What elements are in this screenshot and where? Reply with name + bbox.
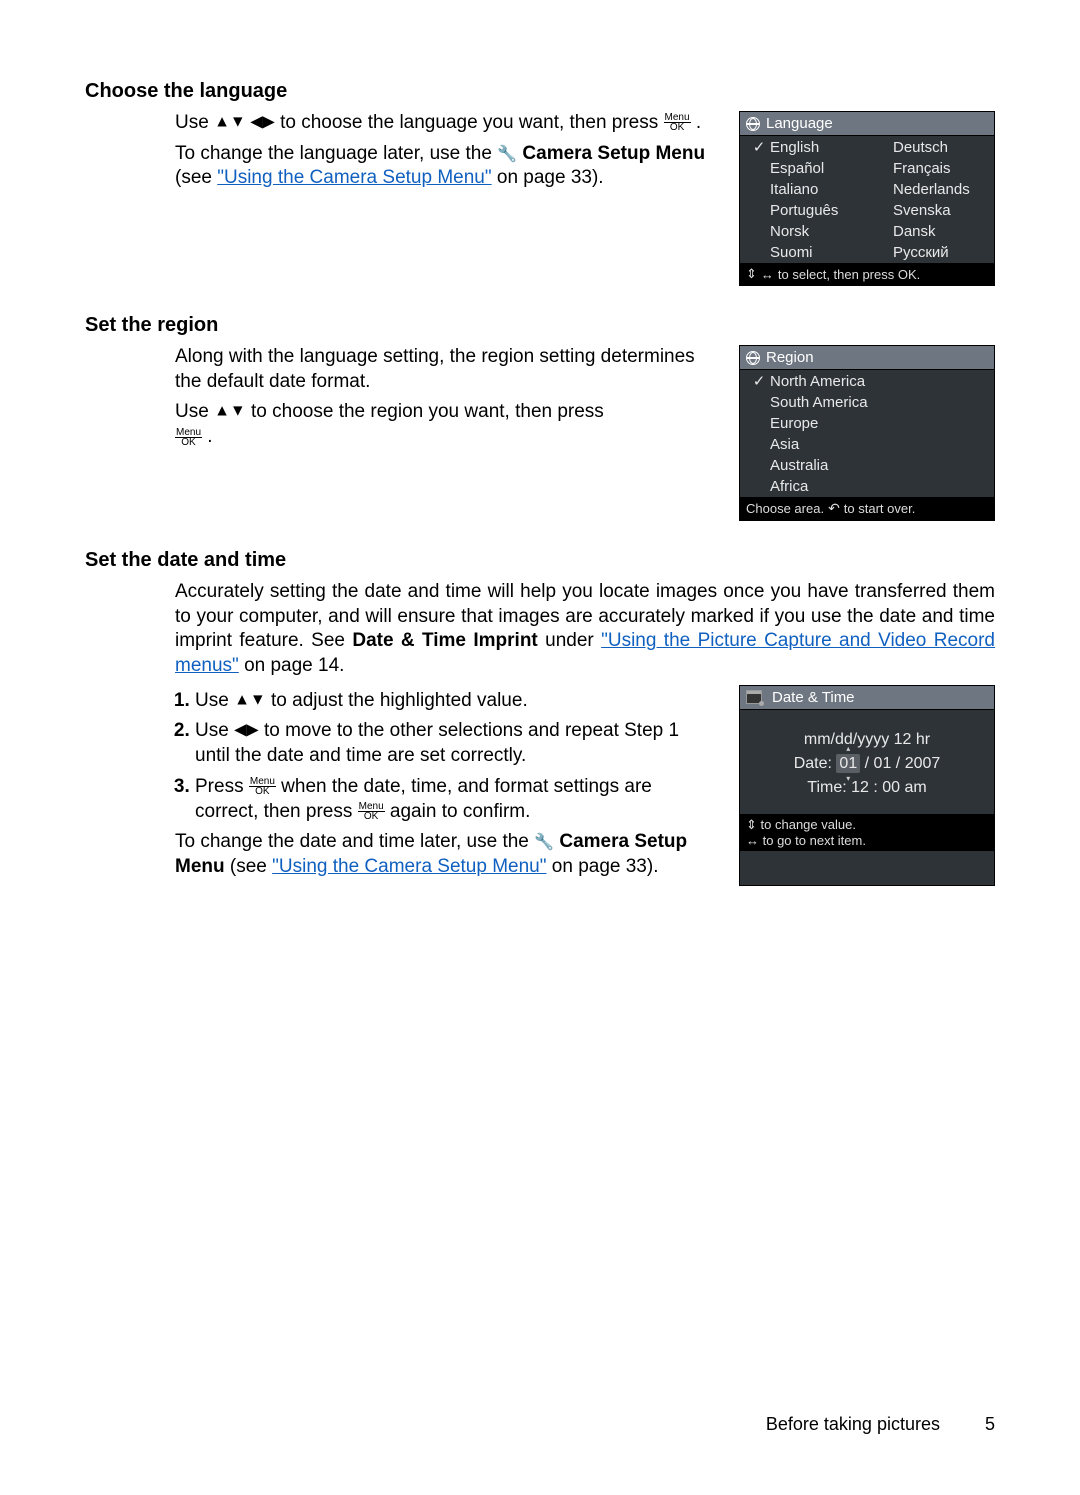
language-item[interactable]: Italiano: [744, 179, 867, 200]
footer-text: Before taking pictures: [766, 1414, 940, 1434]
leftright-icon: ↔: [746, 833, 759, 848]
menu-ok-icon: MenuOK: [664, 113, 691, 132]
updown-leftright-arrows-icon: ▲▼ ◀▶: [214, 114, 275, 131]
wrench-icon: 🔧: [534, 834, 554, 851]
screenshot-datetime-header: Date & Time: [740, 686, 994, 710]
datetime-body: mm/dd/yyyy 12 hr Date: 01 / 01 / 2007 Ti…: [740, 710, 994, 814]
datetime-highlight[interactable]: 01: [836, 754, 860, 773]
section-set-region: Set the region Along with the language s…: [85, 314, 995, 521]
screenshot-language-header: Language: [740, 112, 994, 136]
language-item[interactable]: Français: [867, 158, 990, 179]
screenshot-region: Region ✓North America South America Euro…: [739, 345, 995, 521]
heading-set-datetime: Set the date and time: [85, 549, 995, 572]
page-footer: Before taking pictures 5: [766, 1414, 995, 1435]
link-camera-setup-menu[interactable]: "Using the Camera Setup Menu": [217, 167, 491, 188]
updown-icon: ⇕: [746, 266, 757, 282]
region-list: ✓North America South America Europe Asia…: [740, 370, 994, 497]
region-item[interactable]: Asia: [744, 434, 990, 455]
para-region-2: Use ▲▼ to choose the region you want, th…: [175, 400, 714, 449]
language-item[interactable]: Português: [744, 200, 867, 221]
screenshot-language: Language ✓English Deutsch Español França…: [739, 111, 995, 286]
list-item: Use ◀▶ to move to the other selections a…: [195, 719, 714, 768]
para-datetime-1: Accurately setting the date and time wil…: [175, 580, 995, 679]
region-item[interactable]: Africa: [744, 476, 990, 497]
para-datetime-2: To change the date and time later, use t…: [175, 830, 714, 879]
list-item: Press MenuOK when the date, time, and fo…: [195, 775, 714, 824]
leftright-arrows-icon: ◀▶: [234, 722, 259, 739]
region-item[interactable]: ✓North America: [744, 370, 990, 392]
heading-set-region: Set the region: [85, 314, 995, 337]
language-grid: ✓English Deutsch Español Français Italia…: [740, 136, 994, 263]
link-camera-setup-menu-2[interactable]: "Using the Camera Setup Menu": [272, 856, 546, 877]
check-icon: ✓: [752, 138, 766, 156]
screenshot-region-header: Region: [740, 346, 994, 370]
para-language-1: Use ▲▼ ◀▶ to choose the language you wan…: [175, 111, 714, 136]
language-item[interactable]: Dansk: [867, 221, 990, 242]
menu-ok-icon: MenuOK: [358, 802, 385, 821]
para-region-1: Along with the language setting, the reg…: [175, 345, 714, 394]
wrench-icon: 🔧: [497, 146, 517, 163]
screenshot-datetime: Date & Time mm/dd/yyyy 12 hr Date: 01 / …: [739, 685, 995, 886]
updown-arrows-icon: ▲▼: [214, 403, 246, 420]
region-item[interactable]: Australia: [744, 455, 990, 476]
updown-icon: ⇕: [746, 817, 757, 832]
language-item[interactable]: Suomi: [744, 242, 867, 263]
region-item[interactable]: Europe: [744, 413, 990, 434]
datetime-steps: Use ▲▼ to adjust the highlighted value. …: [175, 689, 714, 824]
globe-icon: [746, 117, 760, 131]
language-item[interactable]: Русский: [867, 242, 990, 263]
datetime-time[interactable]: Time: 12 : 00 am: [740, 776, 994, 800]
language-item[interactable]: Norsk: [744, 221, 867, 242]
datetime-date[interactable]: Date: 01 / 01 / 2007: [740, 752, 994, 776]
screenshot-datetime-footer: ⇕ to change value. ↔ to go to next item.: [740, 814, 994, 851]
heading-choose-language: Choose the language: [85, 80, 995, 103]
page-number: 5: [985, 1414, 995, 1435]
list-item: Use ▲▼ to adjust the highlighted value.: [195, 689, 714, 714]
region-item[interactable]: South America: [744, 392, 990, 413]
language-item[interactable]: Nederlands: [867, 179, 990, 200]
leftright-icon: ↔: [761, 267, 774, 282]
language-item[interactable]: Deutsch: [867, 136, 990, 158]
language-item[interactable]: Svenska: [867, 200, 990, 221]
screenshot-region-footer: Choose area. ↶ to start over.: [740, 497, 994, 520]
updown-arrows-icon: ▲▼: [234, 691, 266, 708]
globe-icon: [746, 351, 760, 365]
menu-ok-icon: MenuOK: [249, 777, 276, 796]
section-choose-language: Choose the language Use ▲▼ ◀▶ to choose …: [85, 80, 995, 286]
datetime-format[interactable]: mm/dd/yyyy 12 hr: [740, 728, 994, 752]
language-item[interactable]: Español: [744, 158, 867, 179]
language-item[interactable]: ✓English: [744, 136, 867, 158]
undo-icon: ↶: [828, 500, 840, 517]
calendar-clock-icon: [746, 690, 762, 704]
check-icon: ✓: [752, 372, 766, 390]
section-set-datetime: Set the date and time Accurately setting…: [85, 549, 995, 886]
screenshot-language-footer: ⇕ ↔ to select, then press OK.: [740, 263, 994, 285]
menu-ok-icon: MenuOK: [175, 428, 202, 447]
para-language-2: To change the language later, use the 🔧 …: [175, 142, 714, 191]
